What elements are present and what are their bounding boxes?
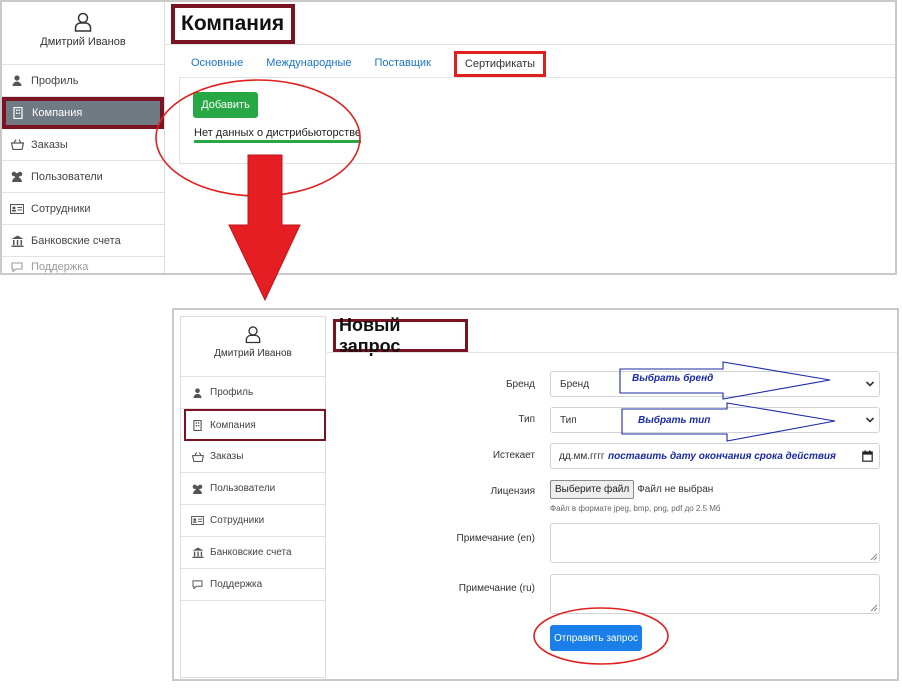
expires-label: Истекает — [492, 450, 535, 461]
sidebar-item-company[interactable]: Компания — [2, 97, 164, 129]
sidebar-item-label: Пользователи — [210, 483, 276, 494]
brand-select[interactable]: Бренд — [550, 371, 880, 397]
choose-file-button[interactable]: Выберите файл — [550, 480, 635, 499]
sidebar-item-label: Сотрудники — [210, 515, 265, 526]
sidebar-item-label: Поддержка — [31, 261, 89, 273]
sidebar-item-label: Поддержка — [210, 579, 263, 590]
sidebar-item-label: Заказы — [31, 138, 68, 151]
sidebar-item-label: Компания — [210, 419, 256, 431]
note-en-label: Примечание (en) — [456, 533, 535, 544]
chat-icon — [191, 580, 204, 589]
page-title: Новый запрос — [333, 315, 468, 356]
users-icon — [191, 484, 204, 494]
sidebar-item-company[interactable]: Компания — [184, 409, 326, 441]
submit-request-button[interactable]: Отправить запрос — [550, 625, 642, 651]
type-select[interactable]: Тип — [550, 407, 880, 433]
sidebar-item-support[interactable]: Поддержка — [181, 569, 325, 601]
license-label: Лицензия — [490, 486, 535, 497]
sidebar-item-employees[interactable]: Сотрудники — [2, 193, 164, 225]
tab-general[interactable]: Основные — [191, 57, 243, 77]
sidebar-item-label: Пользователи — [31, 170, 103, 183]
building-icon — [11, 107, 25, 119]
chevron-down-icon — [865, 417, 875, 423]
sidebar-item-label: Банковские счета — [31, 234, 121, 247]
user-icon — [245, 326, 261, 344]
sidebar-item-label: Профиль — [210, 387, 254, 398]
user-block: Дмитрий Иванов — [181, 317, 325, 377]
resize-grip-icon[interactable] — [870, 604, 878, 612]
sidebar-item-users[interactable]: Пользователи — [181, 473, 325, 505]
chat-icon — [10, 262, 24, 272]
page-title: Компания — [171, 4, 295, 44]
user-block: Дмитрий Иванов — [2, 2, 164, 65]
sidebar-item-orders[interactable]: Заказы — [181, 441, 325, 473]
users-icon — [10, 171, 24, 182]
sidebar: Дмитрий Иванов Профиль Компания Заказы П… — [180, 316, 326, 678]
annotation-choose-brand: Выбрать бренд — [632, 373, 714, 384]
sidebar-item-profile[interactable]: Профиль — [2, 65, 164, 97]
type-select-value: Тип — [560, 414, 577, 426]
sidebar-item-users[interactable]: Пользователи — [2, 161, 164, 193]
add-button[interactable]: Добавить — [193, 92, 258, 118]
sidebar-item-bank-accounts[interactable]: Банковские счета — [2, 225, 164, 257]
note-en-textarea[interactable] — [550, 523, 880, 563]
sidebar-item-label: Компания — [32, 107, 83, 119]
building-icon — [191, 419, 204, 431]
brand-select-value: Бренд — [560, 378, 590, 390]
person-icon — [10, 75, 24, 86]
sidebar-item-employees[interactable]: Сотрудники — [181, 505, 325, 537]
brand-label: Бренд — [505, 379, 535, 390]
sidebar-item-label: Профиль — [31, 74, 79, 87]
sidebar-item-label: Заказы — [210, 451, 244, 462]
bank-icon — [191, 547, 204, 558]
sidebar: Дмитрий Иванов Профиль Компания Заказы П… — [2, 2, 165, 273]
note-ru-label: Примечание (ru) — [458, 583, 535, 594]
empty-state-text: Нет данных о дистрибьюторстве — [194, 127, 362, 143]
expires-placeholder: дд.мм.гггг — [559, 450, 605, 462]
main-content: Новый запрос Бренд Бренд Тип Тип Истекае… — [327, 310, 897, 679]
file-status: Файл не выбран — [637, 484, 714, 495]
header-divider — [327, 352, 897, 353]
note-ru-textarea[interactable] — [550, 574, 880, 614]
basket-icon — [10, 139, 24, 150]
user-name: Дмитрий Иванов — [40, 36, 126, 48]
tab-certificates[interactable]: Сертификаты — [453, 51, 547, 77]
tab-international[interactable]: Международные — [266, 57, 351, 77]
sidebar-item-label: Сотрудники — [31, 202, 91, 215]
id-card-icon — [191, 516, 204, 525]
person-icon — [191, 387, 204, 398]
sidebar-item-support[interactable]: Поддержка — [2, 257, 164, 273]
tab-bar: Основные Международные Поставщик Сертифи… — [191, 51, 569, 77]
main-content: Компания Основные Международные Поставщи… — [165, 2, 895, 273]
bank-icon — [10, 235, 24, 247]
calendar-icon[interactable] — [862, 450, 873, 462]
screenshot-after: Дмитрий Иванов Профиль Компания Заказы П… — [172, 308, 899, 681]
annotation-choose-type: Выбрать тип — [638, 415, 711, 426]
sidebar-item-orders[interactable]: Заказы — [2, 129, 164, 161]
chevron-down-icon — [865, 381, 875, 387]
license-file-input: Выберите файл Файл не выбран — [550, 480, 713, 499]
type-label: Тип — [518, 414, 535, 425]
file-hint: Файл в формате jpeg, bmp, png, pdf до 2.… — [550, 504, 721, 513]
basket-icon — [191, 451, 204, 462]
user-icon — [74, 12, 92, 32]
sidebar-item-bank-accounts[interactable]: Банковские счета — [181, 537, 325, 569]
header-divider — [165, 44, 895, 45]
sidebar-item-profile[interactable]: Профиль — [181, 377, 325, 409]
annotation-set-expiry: поставить дату окончания срока действия — [608, 451, 836, 462]
user-name: Дмитрий Иванов — [214, 348, 292, 359]
sidebar-item-label: Банковские счета — [210, 547, 292, 558]
tab-supplier[interactable]: Поставщик — [374, 57, 430, 77]
resize-grip-icon[interactable] — [870, 553, 878, 561]
tab-panel — [179, 77, 895, 164]
screenshot-before: Дмитрий Иванов Профиль Компания Заказы П… — [0, 0, 897, 275]
id-card-icon — [10, 203, 24, 214]
